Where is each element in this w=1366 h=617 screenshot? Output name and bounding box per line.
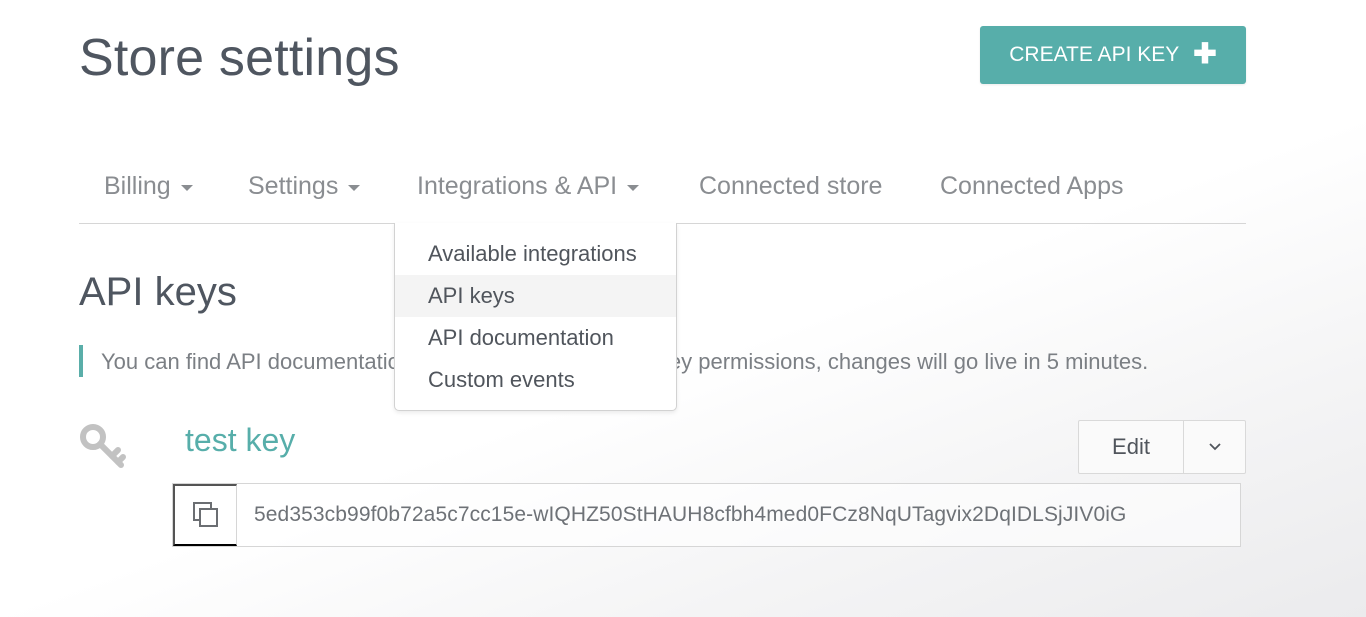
api-key-field: 5ed353cb99f0b72a5c7cc15e-wIQHZ50StHAUH8c… xyxy=(172,483,1241,547)
tab-settings[interactable]: Settings xyxy=(248,172,361,201)
tab-billing[interactable]: Billing xyxy=(104,172,193,201)
section-title: API keys xyxy=(79,270,237,314)
api-key-name[interactable]: test key xyxy=(185,422,295,459)
settings-tabs: Billing Settings Integrations & API Conn… xyxy=(79,160,1246,224)
page-title: Store settings xyxy=(79,29,400,87)
caret-down-icon xyxy=(180,185,193,191)
caret-down-icon xyxy=(627,185,640,191)
caret-down-icon xyxy=(348,185,361,191)
menu-item-api-documentation[interactable]: API documentation xyxy=(395,317,676,359)
key-icon xyxy=(80,424,126,468)
tab-connected-store[interactable]: Connected store xyxy=(699,172,882,201)
menu-item-custom-events[interactable]: Custom events xyxy=(395,359,676,401)
tab-connected-apps[interactable]: Connected Apps xyxy=(940,172,1123,201)
chevron-down-icon xyxy=(1208,443,1221,451)
tab-integrations-api-label: Integrations & API xyxy=(417,172,618,200)
copy-button[interactable] xyxy=(173,484,237,546)
tab-connected-apps-label: Connected Apps xyxy=(940,172,1124,200)
copy-icon xyxy=(192,502,218,527)
more-actions-button[interactable] xyxy=(1184,421,1245,473)
tab-integrations-api[interactable]: Integrations & API xyxy=(417,172,640,201)
tab-connected-store-label: Connected store xyxy=(699,172,883,200)
api-key-value[interactable]: 5ed353cb99f0b72a5c7cc15e-wIQHZ50StHAUH8c… xyxy=(237,484,1240,546)
tab-settings-label: Settings xyxy=(248,172,339,200)
menu-item-api-keys[interactable]: API keys xyxy=(395,275,676,317)
create-api-key-label: CREATE API KEY xyxy=(1009,43,1180,66)
create-api-key-button[interactable]: CREATE API KEY ✚ xyxy=(980,26,1246,84)
tab-billing-label: Billing xyxy=(104,172,171,200)
integrations-dropdown-menu: Available integrations API keys API docu… xyxy=(394,223,677,411)
edit-button[interactable]: Edit xyxy=(1079,421,1184,473)
menu-item-available-integrations[interactable]: Available integrations xyxy=(395,233,676,275)
plus-icon: ✚ xyxy=(1193,37,1217,69)
key-actions-group: Edit xyxy=(1078,420,1246,474)
